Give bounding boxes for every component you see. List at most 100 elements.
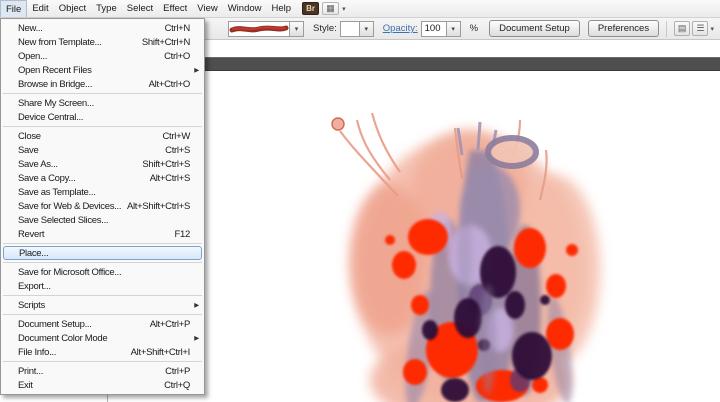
preferences-button[interactable]: Preferences (587, 20, 660, 37)
brush-dropdown-arrow-icon[interactable]: ▾ (290, 20, 304, 37)
menubar-item-window[interactable]: Window (223, 0, 267, 17)
menu-item-label: Save a Copy... (18, 172, 76, 184)
menubar-item-object[interactable]: Object (54, 0, 91, 17)
menu-item-save-as-template[interactable]: Save as Template... (1, 185, 204, 199)
menu-item-share-my-screen[interactable]: Share My Screen... (1, 96, 204, 110)
menu-item-save-for-microsoft-office[interactable]: Save for Microsoft Office... (1, 265, 204, 279)
menu-item-label: Save for Microsoft Office... (18, 266, 122, 278)
control-bar-content: ▾ Style: ▾ Opacity: 100 ▾ % Document Set… (228, 20, 691, 37)
menu-item-label: Print... (18, 365, 44, 377)
menubar-item-type[interactable]: Type (91, 0, 122, 17)
submenu-arrow-icon: ▶ (194, 67, 199, 74)
submenu-arrow-icon: ▶ (194, 335, 199, 342)
menubar-item-edit[interactable]: Edit (27, 0, 53, 17)
menubar-app-icons: Br ▦ ▾ (302, 2, 346, 15)
menu-item-shortcut: Ctrl+O (164, 50, 190, 62)
menu-item-label: Document Setup... (18, 318, 92, 330)
menu-item-label: Save As... (18, 158, 58, 170)
menubar-item-help[interactable]: Help (267, 0, 297, 17)
bridge-icon[interactable]: Br (302, 2, 320, 15)
file-menu: New... Ctrl+N New from Template... Shift+Ct… (0, 18, 205, 395)
menu-item-print[interactable]: Print... Ctrl+P (1, 364, 204, 378)
menu-item-label: Scripts (18, 299, 45, 311)
menu-item-label: Exit (18, 379, 33, 391)
menubar-item-file[interactable]: File (0, 0, 28, 17)
brush-preview-dropdown[interactable] (228, 20, 290, 37)
menubar: File Edit Object Type Select Effect View Window… (0, 0, 720, 18)
menu-separator (3, 93, 202, 94)
menu-item-label: Browse in Bridge... (18, 78, 93, 90)
percent-label: % (469, 23, 479, 34)
menu-separator (3, 361, 202, 362)
menu-item-export[interactable]: Export... (1, 279, 204, 293)
menu-item-label: Open... (18, 50, 48, 62)
menu-item-save-selected-slices[interactable]: Save Selected Slices... (1, 213, 204, 227)
menu-item-label: Document Color Mode (18, 332, 108, 344)
menu-item-label: Close (18, 130, 41, 142)
menu-separator (3, 314, 202, 315)
menu-item-label: New... (18, 22, 43, 34)
menubar-item-effect[interactable]: Effect (158, 0, 192, 17)
style-label: Style: (313, 23, 337, 34)
control-bar-right-icons: ☰ ▾ (692, 21, 714, 36)
panel-list-icon[interactable]: ☰ (692, 21, 709, 36)
menu-separator (3, 262, 202, 263)
menubar-items: File Edit Object Type Select Effect View Window… (0, 0, 296, 17)
menu-item-label: Place... (19, 247, 49, 259)
menu-item-open[interactable]: Open... Ctrl+O (1, 49, 204, 63)
menu-item-file-info[interactable]: File Info... Alt+Shift+Ctrl+I (1, 345, 204, 359)
menu-item-document-setup[interactable]: Document Setup... Alt+Ctrl+P (1, 317, 204, 331)
control-bar-divider (666, 20, 668, 37)
menu-item-browse-in-bridge[interactable]: Browse in Bridge... Alt+Ctrl+O (1, 77, 204, 91)
menu-item-place[interactable]: Place... (3, 246, 202, 260)
menu-item-label: Share My Screen... (18, 97, 94, 109)
menu-item-label: Open Recent Files (18, 64, 92, 76)
menu-item-shortcut: Shift+Ctrl+N (141, 36, 190, 48)
opacity-input[interactable]: 100 (420, 20, 447, 37)
menu-item-label: Device Central... (18, 111, 84, 123)
menu-item-scripts[interactable]: Scripts ▶ (1, 298, 204, 312)
menu-item-shortcut: Ctrl+P (165, 365, 190, 377)
menubar-item-select[interactable]: Select (122, 0, 158, 17)
menu-item-label: Save (18, 144, 39, 156)
menu-item-close[interactable]: Close Ctrl+W (1, 129, 204, 143)
arrange-documents-caret-icon[interactable]: ▾ (342, 5, 346, 13)
panel-options-icon[interactable]: ▤ (674, 21, 691, 36)
panel-list-caret-icon[interactable]: ▾ (710, 25, 714, 33)
menu-item-label: Revert (18, 228, 45, 240)
brush-stroke-preview-icon (229, 25, 289, 32)
menu-item-revert[interactable]: Revert F12 (1, 227, 204, 241)
menu-item-label: Save as Template... (18, 186, 96, 198)
menu-item-shortcut: Alt+Ctrl+O (148, 78, 191, 90)
menu-item-shortcut: F12 (174, 228, 191, 240)
menu-item-shortcut: Alt+Shift+Ctrl+S (126, 200, 190, 212)
menu-item-device-central[interactable]: Device Central... (1, 110, 204, 124)
menu-item-shortcut: Ctrl+N (164, 22, 191, 34)
menu-item-label: File Info... (18, 346, 57, 358)
style-dropdown-arrow-icon[interactable]: ▾ (359, 20, 374, 37)
menu-item-label: Save for Web & Devices... (18, 200, 122, 212)
menu-item-shortcut: Ctrl+S (165, 144, 190, 156)
menu-item-shortcut: Alt+Ctrl+S (149, 172, 191, 184)
menu-item-save-for-web-devices[interactable]: Save for Web & Devices... Alt+Shift+Ctrl+… (1, 199, 204, 213)
menu-item-document-color-mode[interactable]: Document Color Mode ▶ (1, 331, 204, 345)
menu-item-shortcut: Ctrl+Q (164, 379, 190, 391)
document-setup-button[interactable]: Document Setup (489, 20, 580, 37)
menu-item-shortcut: Alt+Shift+Ctrl+I (130, 346, 191, 358)
opacity-dropdown-arrow-icon[interactable]: ▾ (446, 20, 461, 37)
menu-separator (3, 243, 202, 244)
menu-item-new-from-template[interactable]: New from Template... Shift+Ctrl+N (1, 35, 204, 49)
opacity-link[interactable]: Opacity: (383, 23, 418, 34)
menu-item-exit[interactable]: Exit Ctrl+Q (1, 378, 204, 392)
menu-item-new[interactable]: New... Ctrl+N (1, 21, 204, 35)
menu-item-save-a-copy[interactable]: Save a Copy... Alt+Ctrl+S (1, 171, 204, 185)
menu-item-save-as[interactable]: Save As... Shift+Ctrl+S (1, 157, 204, 171)
menubar-item-view[interactable]: View (192, 0, 222, 17)
arrange-documents-icon[interactable]: ▦ (322, 2, 340, 15)
menu-separator (3, 295, 202, 296)
menu-item-label: Save Selected Slices... (18, 214, 109, 226)
menu-item-save[interactable]: Save Ctrl+S (1, 143, 204, 157)
menu-item-open-recent-files[interactable]: Open Recent Files ▶ (1, 63, 204, 77)
menu-item-shortcut: Alt+Ctrl+P (149, 318, 191, 330)
style-dropdown[interactable] (339, 20, 360, 37)
